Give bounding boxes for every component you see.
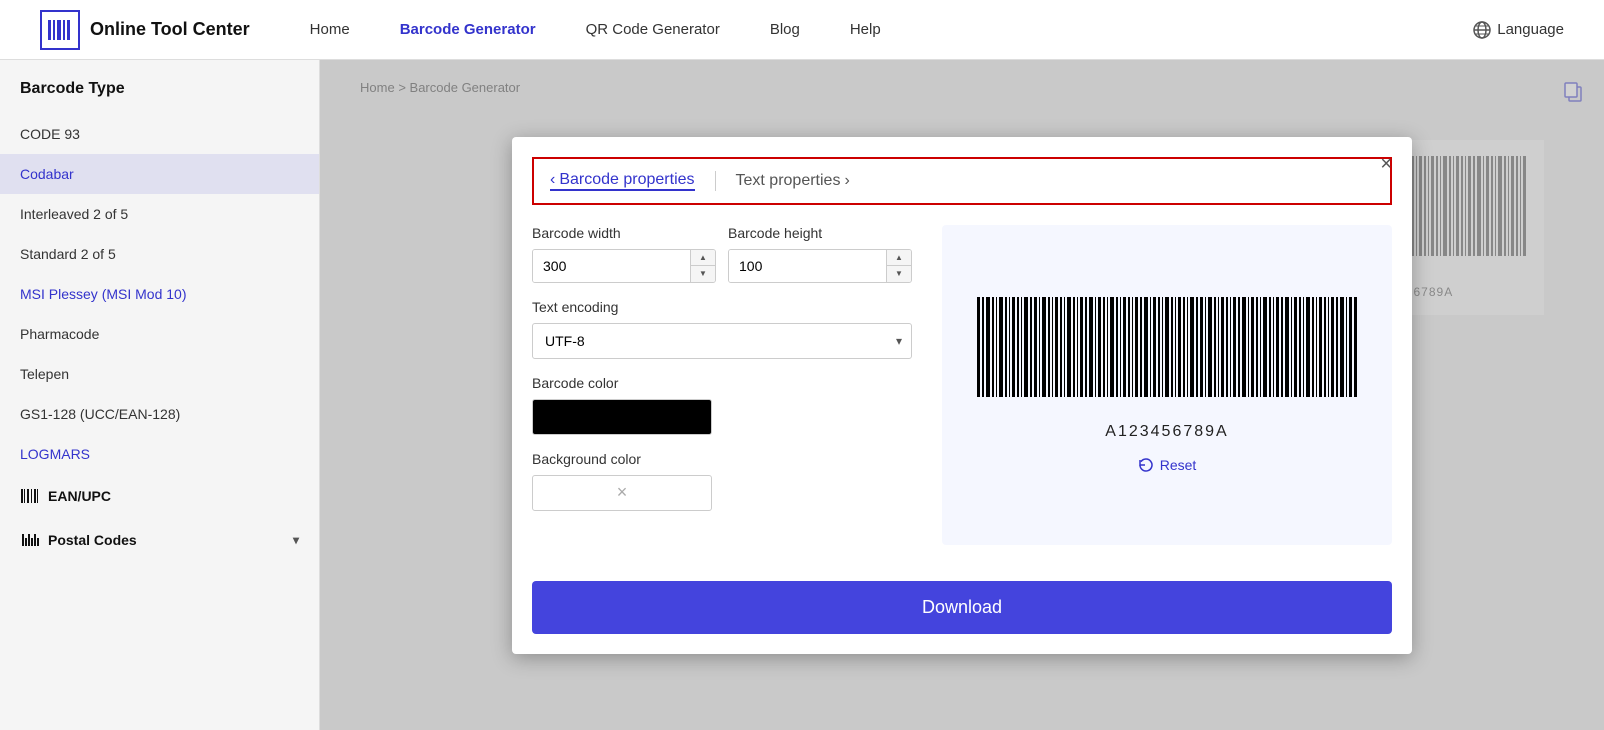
header: Online Tool Center Home Barcode Generato… [0,0,1604,60]
bg-color-clear-icon: × [617,482,628,503]
language-button[interactable]: Language [1473,21,1564,39]
sidebar-section-postal-label: Postal Codes [48,532,137,548]
tab-right-arrow: › [844,172,849,190]
barcode-svg [977,297,1357,417]
height-input-wrapper: ▲ ▼ [728,249,912,283]
nav-help[interactable]: Help [850,21,881,38]
download-button[interactable]: Download [532,581,1392,634]
modal-tabs-container: ‹ Barcode properties Text properties › [532,157,1392,205]
encoding-label: Text encoding [532,299,912,315]
tab-barcode-properties[interactable]: ‹ Barcode properties [550,171,695,191]
width-input-wrapper: ▲ ▼ [532,249,716,283]
language-label: Language [1497,21,1564,38]
logo-area: Online Tool Center [40,10,250,50]
height-label: Barcode height [728,225,912,241]
reset-label: Reset [1160,457,1197,473]
width-group: Barcode width ▲ ▼ [532,225,716,283]
postal-chevron-icon: ▾ [293,533,299,547]
sidebar-item-logmars[interactable]: LOGMARS [0,434,319,474]
bg-color-group: Background color × [532,451,912,511]
tab-divider [715,171,716,191]
barcode-value-text: A123456789A [1105,423,1228,441]
height-down-btn[interactable]: ▼ [887,266,911,282]
bg-color-swatch[interactable]: × [532,475,712,511]
postal-icon [20,530,40,550]
encoding-group: Text encoding UTF-8 ASCII ISO-8859-1 ▾ [532,299,912,359]
height-input[interactable] [729,250,886,282]
color-group: Barcode color [532,375,912,435]
overlay[interactable]: ‹ Barcode properties Text properties › × [320,60,1604,730]
modal: ‹ Barcode properties Text properties › × [512,137,1412,654]
bg-color-label: Background color [532,451,912,467]
tab-text-properties-label: Text properties [736,172,841,190]
width-input[interactable] [533,250,690,282]
tab-text-properties[interactable]: Text properties › [736,172,850,190]
logo-text: Online Tool Center [90,19,250,40]
width-up-btn[interactable]: ▲ [691,250,715,266]
modal-form: Barcode width ▲ ▼ Barco [532,225,912,545]
sidebar-item-code93[interactable]: CODE 93 [0,114,319,154]
barcode-icon [20,486,40,506]
content-area: Home > Barcode Generator [320,60,1604,730]
main-nav: Home Barcode Generator QR Code Generator… [310,21,1474,38]
barcode-preview-area: A123456789A Reset [942,225,1392,545]
sidebar-item-telepen[interactable]: Telepen [0,354,319,394]
color-label: Barcode color [532,375,912,391]
sidebar-item-gs1[interactable]: GS1-128 (UCC/EAN-128) [0,394,319,434]
tab-left-arrow: ‹ [550,171,555,189]
width-label: Barcode width [532,225,716,241]
sidebar: Barcode Type CODE 93 Codabar Interleaved… [0,60,320,730]
sidebar-item-msi[interactable]: MSI Plessey (MSI Mod 10) [0,274,319,314]
nav-barcode-generator[interactable]: Barcode Generator [400,21,536,38]
dimensions-row: Barcode width ▲ ▼ Barco [532,225,912,283]
height-arrows: ▲ ▼ [886,250,911,282]
encoding-select[interactable]: UTF-8 ASCII ISO-8859-1 [532,323,912,359]
sidebar-section-postal[interactable]: Postal Codes ▾ [0,518,319,562]
reset-icon [1138,457,1154,473]
reset-button[interactable]: Reset [1138,457,1197,473]
width-down-btn[interactable]: ▼ [691,266,715,282]
modal-body: Barcode width ▲ ▼ Barco [512,205,1412,565]
sidebar-section-ean-label: EAN/UPC [48,488,111,504]
nav-qr-code[interactable]: QR Code Generator [586,21,720,38]
download-section: Download [512,565,1412,654]
sidebar-title: Barcode Type [0,80,319,114]
height-group: Barcode height ▲ ▼ [728,225,912,283]
nav-blog[interactable]: Blog [770,21,800,38]
main-area: Barcode Type CODE 93 Codabar Interleaved… [0,60,1604,730]
sidebar-item-interleaved[interactable]: Interleaved 2 of 5 [0,194,319,234]
barcode-display: A123456789A [977,297,1357,441]
width-arrows: ▲ ▼ [690,250,715,282]
sidebar-item-standard2of5[interactable]: Standard 2 of 5 [0,234,319,274]
logo-icon [40,10,80,50]
nav-home[interactable]: Home [310,21,350,38]
sidebar-item-codabar[interactable]: Codabar [0,154,319,194]
encoding-select-wrapper: UTF-8 ASCII ISO-8859-1 ▾ [532,323,912,359]
sidebar-item-pharmacode[interactable]: Pharmacode [0,314,319,354]
barcode-color-swatch[interactable] [532,399,712,435]
height-up-btn[interactable]: ▲ [887,250,911,266]
sidebar-section-ean[interactable]: EAN/UPC [0,474,319,518]
tab-barcode-properties-label: Barcode properties [559,171,694,189]
modal-close-button[interactable]: × [1380,153,1392,176]
